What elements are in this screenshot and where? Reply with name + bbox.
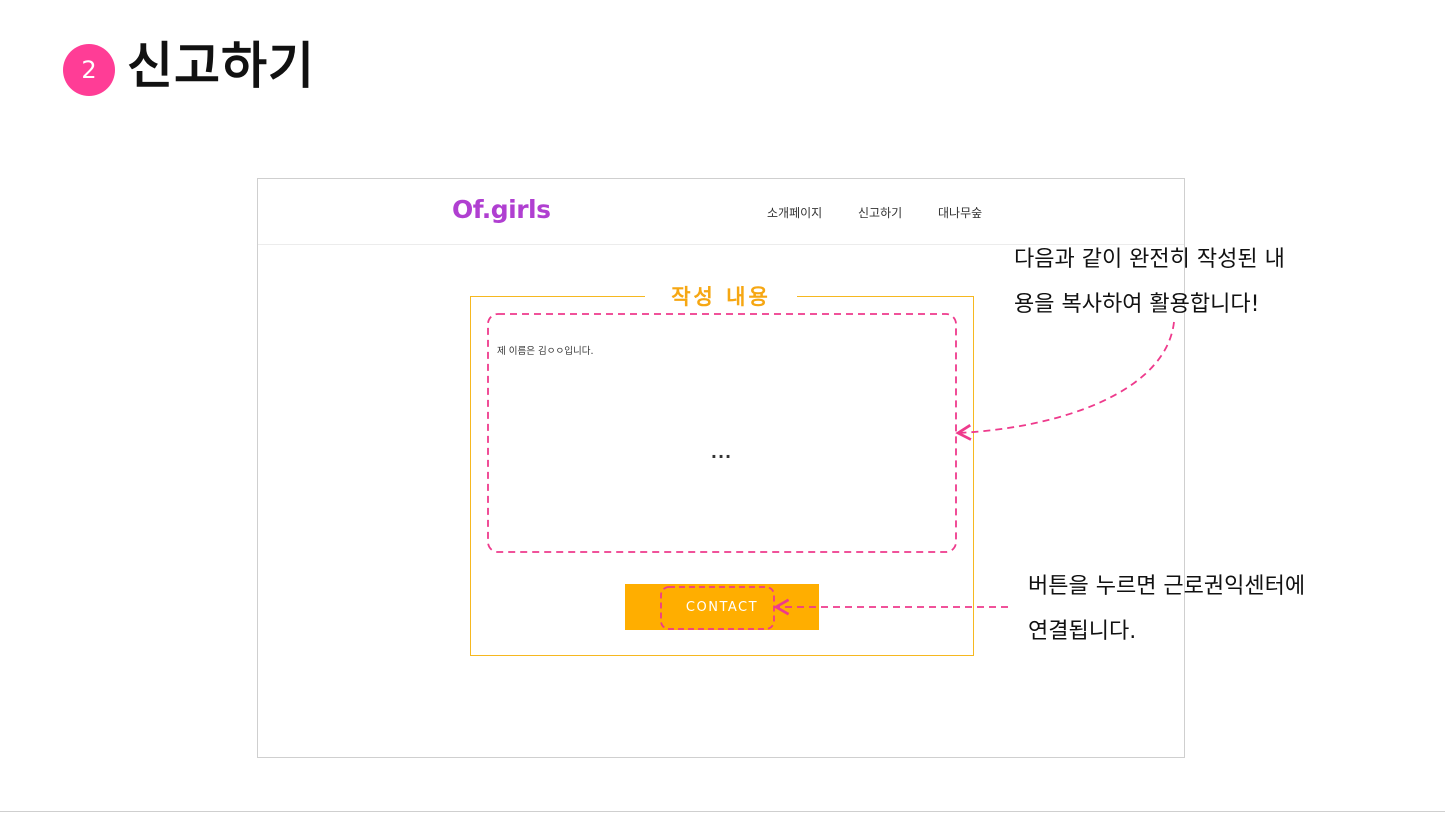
content-ellipsis: ...: [710, 443, 733, 462]
button-annotation: 버튼을 누르면 근로권익센터에 연결됩니다.: [1028, 564, 1428, 654]
content-annotation-line-2: 용을 복사하여 활용합니다!: [1014, 292, 1260, 317]
slide-title: 신고하기: [127, 37, 315, 95]
site-header: Of.girls 소개페이지 신고하기 대나무숲: [258, 179, 1184, 245]
report-body-text: 제 이름은 김ㅇㅇ입니다.: [497, 346, 594, 357]
content-annotation: 다음과 같이 완전히 작성된 내 용을 복사하여 활용합니다!: [1014, 237, 1354, 327]
nav-link-report[interactable]: 신고하기: [858, 204, 902, 221]
step-number-badge: 2: [63, 44, 115, 96]
content-annotation-line-1: 다음과 같이 완전히 작성된 내: [1014, 247, 1285, 272]
slide-bottom-divider: [0, 811, 1445, 812]
nav-link-bamboo-forest[interactable]: 대나무숲: [938, 204, 982, 221]
section-title: 작성 내용: [645, 284, 797, 310]
site-logo[interactable]: Of.girls: [452, 195, 551, 224]
button-annotation-line-2: 연결됩니다.: [1028, 619, 1137, 644]
contact-button[interactable]: CONTACT: [625, 584, 819, 630]
button-annotation-line-1: 버튼을 누르면 근로권익센터에: [1028, 574, 1306, 599]
nav-link-intro[interactable]: 소개페이지: [767, 204, 822, 221]
written-content-box: 작성 내용 제 이름은 김ㅇㅇ입니다. ... CONTACT: [470, 284, 974, 656]
